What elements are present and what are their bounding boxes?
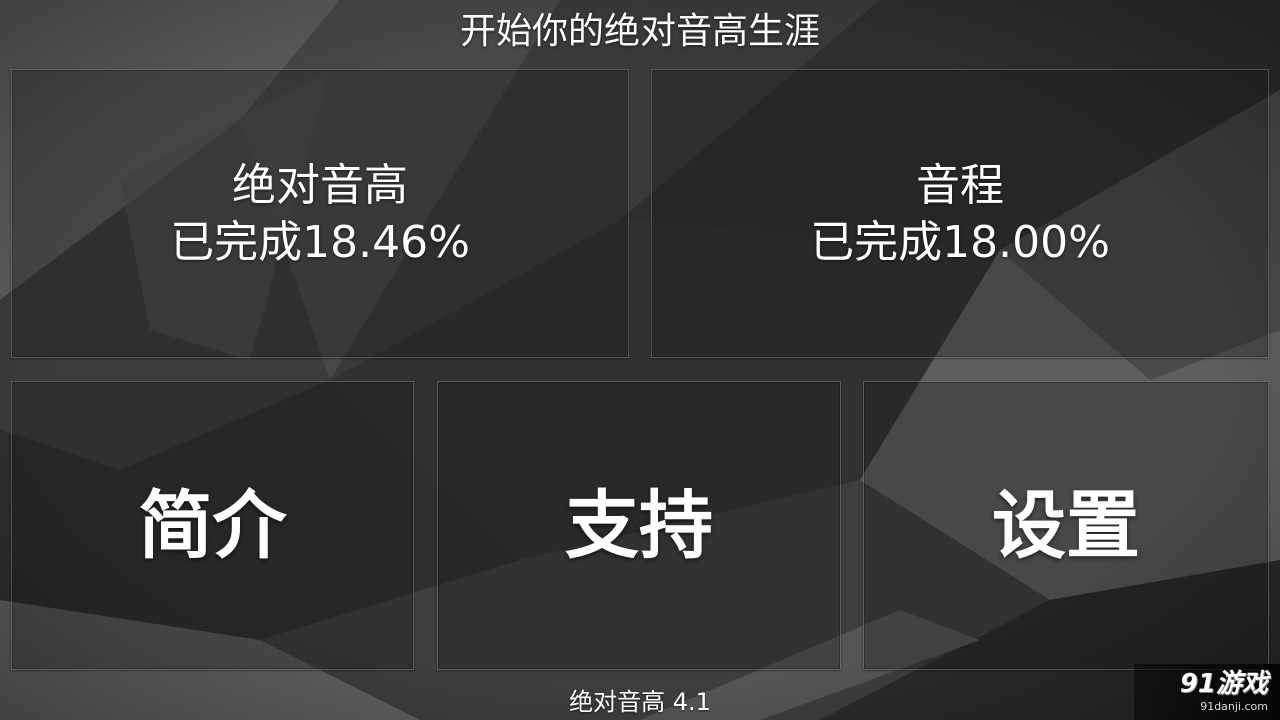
intro-button[interactable]: 简介 xyxy=(11,381,414,670)
mode-name: 音程 xyxy=(916,159,1004,211)
app-version: 绝对音高 4.1 xyxy=(569,688,711,716)
progress-label: 已完成 xyxy=(170,216,303,268)
support-button-label: 支持 xyxy=(565,482,713,569)
mode-tile-absolute-pitch[interactable]: 绝对音高 已完成18.46% xyxy=(11,69,629,358)
page-title: 开始你的绝对音高生涯 xyxy=(459,11,820,52)
intro-button-label: 简介 xyxy=(138,482,287,569)
progress-value: 18.46% xyxy=(302,216,470,268)
mode-progress: 已完成18.00% xyxy=(810,214,1110,271)
settings-button-label: 设置 xyxy=(992,482,1140,569)
mode-name: 绝对音高 xyxy=(232,159,408,211)
watermark-site: 91danji.com xyxy=(1200,700,1268,713)
mode-tile-interval[interactable]: 音程 已完成18.00% xyxy=(651,69,1269,358)
progress-label: 已完成 xyxy=(810,216,943,268)
progress-value: 18.00% xyxy=(942,216,1110,268)
settings-button[interactable]: 设置 xyxy=(863,381,1269,670)
watermark-brand: 91游戏 xyxy=(1179,669,1268,699)
app-screen: 开始你的绝对音高生涯 绝对音高 已完成18.46% 音程 已完成18.00% 简… xyxy=(0,0,1280,720)
watermark-logo: 91游戏 91danji.com xyxy=(1134,664,1280,720)
support-button[interactable]: 支持 xyxy=(437,381,841,670)
mode-progress: 已完成18.46% xyxy=(170,214,470,271)
